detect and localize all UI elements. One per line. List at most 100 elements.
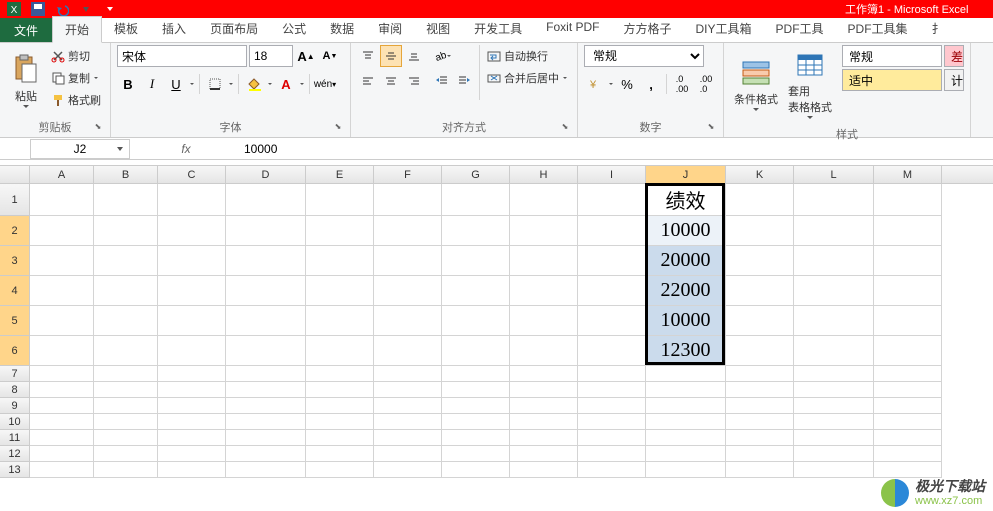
cell[interactable] <box>874 462 942 478</box>
cell[interactable] <box>30 216 94 246</box>
cell[interactable] <box>442 366 510 382</box>
cell-style-calc[interactable]: 计 <box>944 69 964 91</box>
format-as-table-button[interactable]: 套用 表格格式 <box>784 45 836 124</box>
cell[interactable] <box>158 366 226 382</box>
tab-9[interactable]: Foxit PDF <box>534 16 611 42</box>
row-header[interactable]: 7 <box>0 366 30 382</box>
cell[interactable] <box>578 336 646 366</box>
cell[interactable] <box>30 414 94 430</box>
cut-button[interactable]: 剪切 <box>48 45 104 66</box>
align-top-icon[interactable] <box>357 45 379 67</box>
cell[interactable] <box>442 462 510 478</box>
row-header[interactable]: 1 <box>0 184 30 216</box>
cell[interactable] <box>374 382 442 398</box>
cell[interactable] <box>874 382 942 398</box>
cell[interactable] <box>726 398 794 414</box>
cell[interactable] <box>30 276 94 306</box>
cell[interactable] <box>306 336 374 366</box>
cell[interactable] <box>374 446 442 462</box>
cell[interactable] <box>158 306 226 336</box>
cell[interactable] <box>374 366 442 382</box>
col-header[interactable]: F <box>374 166 442 183</box>
align-left-icon[interactable] <box>357 70 379 92</box>
col-header[interactable]: G <box>442 166 510 183</box>
cell[interactable] <box>510 414 578 430</box>
qat-dropdown-icon[interactable] <box>100 1 120 17</box>
tab-4[interactable]: 公式 <box>270 16 318 42</box>
tab-13[interactable]: PDF工具集 <box>836 16 920 42</box>
cell[interactable] <box>30 306 94 336</box>
cell[interactable] <box>158 382 226 398</box>
cell[interactable] <box>510 336 578 366</box>
cell[interactable] <box>442 184 510 216</box>
fx-button[interactable]: fx <box>174 142 198 156</box>
cell[interactable] <box>578 184 646 216</box>
format-painter-button[interactable]: 格式刷 <box>48 89 104 110</box>
cell[interactable] <box>306 246 374 276</box>
cell[interactable] <box>510 246 578 276</box>
cell[interactable] <box>30 246 94 276</box>
cell[interactable] <box>874 306 942 336</box>
cell[interactable] <box>158 336 226 366</box>
cell[interactable] <box>578 306 646 336</box>
cell[interactable] <box>158 446 226 462</box>
cell[interactable] <box>442 414 510 430</box>
increase-font-icon[interactable]: A▲ <box>295 45 317 67</box>
cell[interactable] <box>226 462 306 478</box>
cell[interactable] <box>874 398 942 414</box>
cell[interactable] <box>94 216 158 246</box>
col-header[interactable]: B <box>94 166 158 183</box>
row-header[interactable]: 9 <box>0 398 30 414</box>
cell[interactable] <box>442 430 510 446</box>
italic-button[interactable]: I <box>141 73 163 95</box>
cell[interactable] <box>442 382 510 398</box>
row-header[interactable]: 6 <box>0 336 30 366</box>
cell-style-neutral[interactable]: 适中 <box>842 69 942 91</box>
cell[interactable] <box>578 398 646 414</box>
cell[interactable] <box>510 430 578 446</box>
cell[interactable] <box>30 382 94 398</box>
cell[interactable] <box>226 184 306 216</box>
percent-icon[interactable]: % <box>616 73 638 95</box>
align-right-icon[interactable] <box>403 70 425 92</box>
number-launcher-icon[interactable]: ⬊ <box>705 122 717 134</box>
cell[interactable] <box>646 430 726 446</box>
cell[interactable] <box>578 414 646 430</box>
align-bottom-icon[interactable] <box>403 45 425 67</box>
cell[interactable] <box>374 246 442 276</box>
align-middle-icon[interactable] <box>380 45 402 67</box>
number-format-select[interactable]: 常规 <box>584 45 704 67</box>
align-center-icon[interactable] <box>380 70 402 92</box>
accounting-format-icon[interactable]: ¥ <box>584 73 606 95</box>
cell[interactable] <box>726 462 794 478</box>
border-button[interactable] <box>204 73 226 95</box>
underline-button[interactable]: U <box>165 73 187 95</box>
cell[interactable] <box>726 246 794 276</box>
cell[interactable] <box>30 366 94 382</box>
cell[interactable] <box>94 382 158 398</box>
cell[interactable]: 10000 <box>646 216 726 246</box>
cell[interactable] <box>726 306 794 336</box>
undo-icon[interactable] <box>52 1 72 17</box>
cell[interactable] <box>158 414 226 430</box>
col-header[interactable]: L <box>794 166 874 183</box>
decrease-indent-icon[interactable] <box>431 70 453 92</box>
cell[interactable] <box>578 446 646 462</box>
cell[interactable] <box>374 398 442 414</box>
cell[interactable] <box>578 246 646 276</box>
comma-icon[interactable]: , <box>640 73 662 95</box>
cell[interactable] <box>442 276 510 306</box>
cell[interactable] <box>226 414 306 430</box>
font-size-select[interactable] <box>249 45 293 67</box>
cell[interactable] <box>94 446 158 462</box>
cell[interactable] <box>794 366 874 382</box>
cell[interactable] <box>30 336 94 366</box>
cell[interactable] <box>226 336 306 366</box>
row-header[interactable]: 8 <box>0 382 30 398</box>
cell[interactable] <box>306 462 374 478</box>
cell[interactable]: 22000 <box>646 276 726 306</box>
cell[interactable] <box>874 414 942 430</box>
cell[interactable] <box>94 414 158 430</box>
cell[interactable] <box>794 184 874 216</box>
cell[interactable] <box>374 306 442 336</box>
